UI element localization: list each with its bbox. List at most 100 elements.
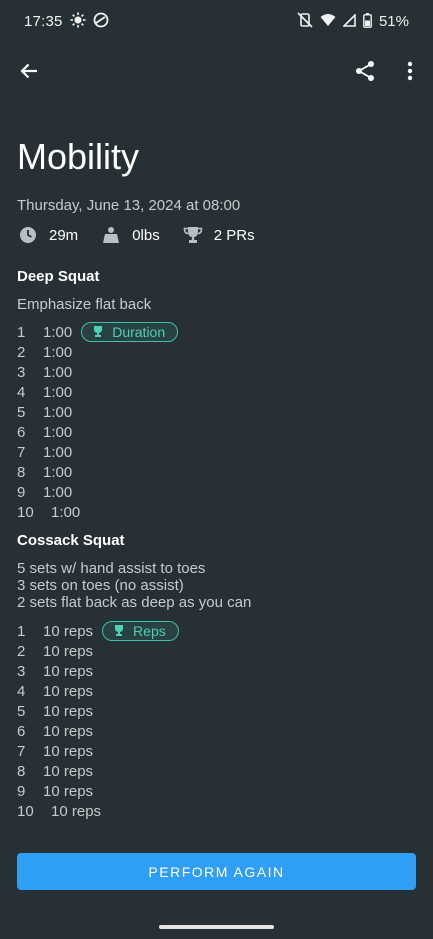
set-number: 2 bbox=[17, 642, 26, 660]
mute-icon bbox=[297, 12, 313, 30]
set-number: 4 bbox=[17, 383, 26, 401]
set-row: 6 1:00 bbox=[17, 422, 72, 442]
set-row: 1 10 reps Reps bbox=[17, 621, 179, 641]
set-number: 10 bbox=[17, 503, 34, 521]
weight-icon bbox=[100, 224, 122, 246]
exercise-note: 2 sets flat back as deep as you can bbox=[17, 594, 252, 611]
set-number: 9 bbox=[17, 483, 26, 501]
set-number: 7 bbox=[17, 742, 26, 760]
pr-badge: Duration bbox=[81, 322, 179, 342]
set-number: 8 bbox=[17, 762, 26, 780]
set-row: 7 1:00 bbox=[17, 442, 72, 462]
set-row: 2 10 reps bbox=[17, 641, 93, 661]
set-number: 6 bbox=[17, 722, 26, 740]
clock-icon bbox=[17, 224, 39, 246]
set-row: 3 10 reps bbox=[17, 661, 93, 681]
set-value: 10 reps bbox=[43, 722, 94, 740]
set-row: 3 1:00 bbox=[17, 362, 72, 382]
pr-badge-label: Duration bbox=[112, 324, 166, 340]
battery-percent: 51% bbox=[378, 12, 409, 30]
status-bar: 17:35 51% bbox=[0, 0, 433, 42]
set-value: 10 reps bbox=[43, 642, 94, 660]
status-bar-right: 51% bbox=[297, 12, 409, 30]
set-row: 6 10 reps bbox=[17, 721, 93, 741]
set-value: 1:00 bbox=[43, 383, 73, 401]
set-value: 10 reps bbox=[43, 742, 94, 760]
workout-title: Mobility bbox=[17, 136, 140, 177]
set-number: 1 bbox=[17, 622, 26, 640]
set-value: 1:00 bbox=[51, 503, 81, 521]
set-number: 3 bbox=[17, 363, 26, 381]
set-row: 10 10 reps bbox=[17, 801, 101, 821]
stat-prs: 2 PRs bbox=[182, 224, 255, 246]
pr-badge-label: Reps bbox=[133, 623, 166, 639]
wifi-icon bbox=[320, 13, 336, 29]
exercise-note: 3 sets on toes (no assist) bbox=[17, 577, 184, 594]
status-bar-left: 17:35 bbox=[24, 12, 109, 30]
set-number: 4 bbox=[17, 682, 26, 700]
home-indicator[interactable] bbox=[159, 925, 274, 929]
set-number: 2 bbox=[17, 343, 26, 361]
battery-icon bbox=[363, 12, 372, 30]
set-row: 7 10 reps bbox=[17, 741, 93, 761]
app-bar bbox=[0, 50, 433, 96]
trophy-icon bbox=[182, 224, 204, 246]
set-value: 1:00 bbox=[43, 443, 73, 461]
set-row: 5 10 reps bbox=[17, 701, 93, 721]
set-number: 5 bbox=[17, 702, 26, 720]
set-value: 1:00 bbox=[43, 423, 73, 441]
stat-weight-value: 0lbs bbox=[132, 226, 160, 244]
exercise-note: Emphasize flat back bbox=[17, 296, 152, 313]
stat-prs-value: 2 PRs bbox=[213, 226, 255, 244]
brightness-icon bbox=[70, 12, 86, 30]
signal-icon bbox=[342, 12, 356, 29]
set-number: 3 bbox=[17, 662, 26, 680]
workout-date: Thursday, June 13, 2024 at 08:00 bbox=[17, 197, 241, 214]
set-value: 10 reps bbox=[43, 782, 94, 800]
set-number: 5 bbox=[17, 403, 26, 421]
set-value: 10 reps bbox=[43, 662, 94, 680]
set-value: 1:00 bbox=[43, 363, 73, 381]
pr-badge: Reps bbox=[102, 621, 179, 641]
set-value: 10 reps bbox=[43, 702, 94, 720]
status-time: 17:35 bbox=[24, 12, 63, 30]
set-number: 1 bbox=[17, 323, 26, 341]
set-number: 7 bbox=[17, 443, 26, 461]
set-row: 4 10 reps bbox=[17, 681, 93, 701]
set-value: 1:00 bbox=[43, 463, 73, 481]
set-row: 9 10 reps bbox=[17, 781, 93, 801]
stat-duration: 29m bbox=[17, 224, 78, 246]
set-value: 1:00 bbox=[43, 403, 73, 421]
back-button[interactable] bbox=[14, 50, 44, 96]
trophy-icon bbox=[113, 623, 125, 639]
set-value: 10 reps bbox=[43, 762, 94, 780]
set-value: 10 reps bbox=[43, 682, 94, 700]
share-button[interactable] bbox=[350, 50, 380, 96]
set-row: 9 1:00 bbox=[17, 482, 72, 502]
set-row: 5 1:00 bbox=[17, 402, 72, 422]
set-row: 8 10 reps bbox=[17, 761, 93, 781]
vpn-icon bbox=[93, 12, 109, 30]
set-number: 6 bbox=[17, 423, 26, 441]
set-row: 8 1:00 bbox=[17, 462, 72, 482]
arrow-back-icon bbox=[19, 61, 39, 86]
exercise-name: Cossack Squat bbox=[17, 532, 125, 549]
workout-stats: 29m 0lbs 2 PRs bbox=[17, 223, 277, 247]
set-row: 10 1:00 bbox=[17, 502, 80, 522]
stat-duration-value: 29m bbox=[49, 226, 79, 244]
set-row: 2 1:00 bbox=[17, 342, 72, 362]
perform-again-button[interactable]: PERFORM AGAIN bbox=[17, 853, 416, 890]
set-number: 9 bbox=[17, 782, 26, 800]
set-number: 10 bbox=[17, 802, 34, 820]
set-value: 1:00 bbox=[43, 483, 73, 501]
exercise-name: Deep Squat bbox=[17, 268, 100, 285]
more-options-button[interactable] bbox=[395, 50, 425, 96]
more-vert-icon bbox=[407, 61, 413, 86]
set-row: 1 1:00 Duration bbox=[17, 322, 179, 342]
set-value: 1:00 bbox=[43, 343, 73, 361]
set-value: 1:00 bbox=[43, 323, 73, 341]
set-row: 4 1:00 bbox=[17, 382, 72, 402]
share-icon bbox=[354, 60, 376, 87]
trophy-icon bbox=[92, 324, 104, 340]
set-number: 8 bbox=[17, 463, 26, 481]
